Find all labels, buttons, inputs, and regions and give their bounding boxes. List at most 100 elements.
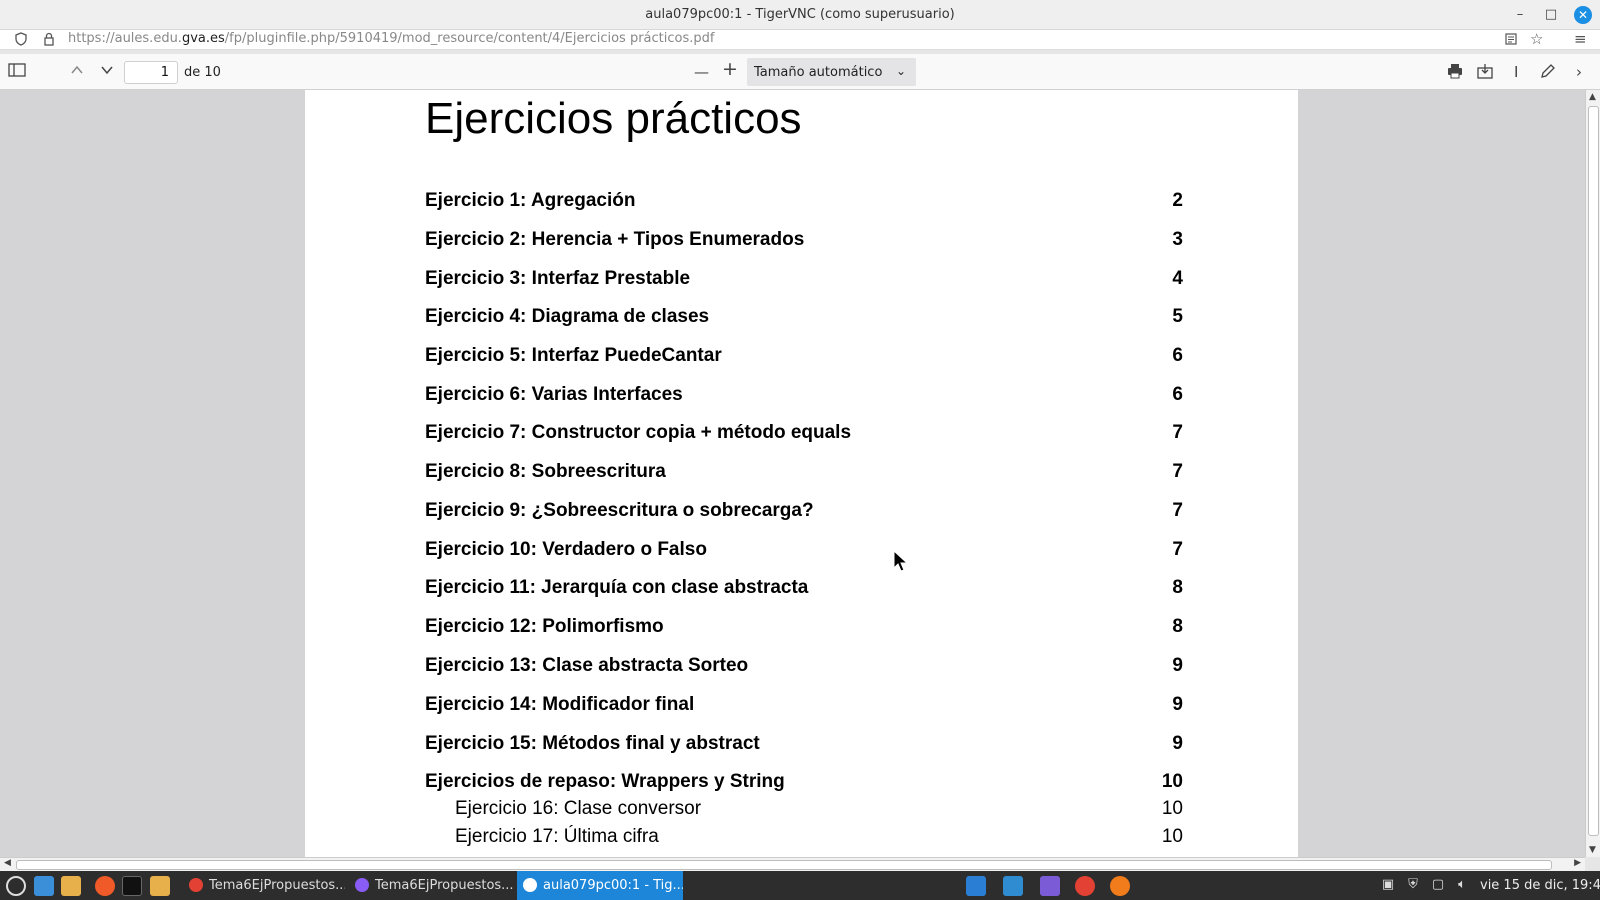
horizontal-scrollbar-thumb[interactable] <box>16 860 1552 870</box>
toc-entry[interactable]: Ejercicio 4: Diagrama de clases 5 <box>425 306 1183 330</box>
vscode-icon[interactable] <box>966 876 986 896</box>
taskbar-task[interactable]: Tema6EjPropuestos... <box>349 871 513 900</box>
pdf-viewer[interactable]: Ejercicios prácticos Ejercicio 1: Agrega… <box>0 90 1585 857</box>
taskbar-task-label: Tema6EjPropuestos... <box>375 878 513 893</box>
pdf-page: Ejercicios prácticos Ejercicio 1: Agrega… <box>305 90 1298 857</box>
url-bar[interactable]: https://aules.edu.gva.es/fp/pluginfile.p… <box>0 30 1600 50</box>
toc-entry[interactable]: Ejercicio 15: Métodos final y abstract 9 <box>425 733 1183 757</box>
print-icon[interactable] <box>1447 63 1463 83</box>
document-title: Ejercicios prácticos <box>425 94 802 143</box>
minimize-button[interactable]: – <box>1511 6 1529 24</box>
window-title: aula079pc00:1 - TigerVNC (como superusua… <box>645 7 955 22</box>
toc-entry[interactable]: Ejercicio 2: Herencia + Tipos Enumerados… <box>425 229 1183 253</box>
bookmark-star-icon[interactable]: ☆ <box>1530 30 1543 48</box>
toc-entry-page: 10 <box>1161 826 1183 847</box>
taskbar-task-label: Tema6EjPropuestos... <box>209 878 345 893</box>
toc-entry-page: 9 <box>1172 733 1183 754</box>
vnc-title-bar: aula079pc00:1 - TigerVNC (como superusua… <box>0 0 1600 30</box>
files-icon[interactable] <box>61 876 81 896</box>
clock: vie 15 de dic, 19:43 <box>1480 878 1600 893</box>
toc-entry-page: 8 <box>1172 577 1183 598</box>
toc-entry-label: Ejercicio 12: Polimorfismo <box>425 616 664 637</box>
maximize-button[interactable]: □ <box>1542 6 1560 24</box>
scroll-down-icon[interactable]: ▼ <box>1589 845 1596 855</box>
toc-entry[interactable]: Ejercicio 14: Modificador final 9 <box>425 694 1183 718</box>
toc-entry-page: 7 <box>1172 422 1183 443</box>
screenshot-icon[interactable] <box>34 876 54 896</box>
zoom-select[interactable]: Tamaño automático ⌄ <box>747 58 916 86</box>
pdf-toolbar: 1 de 10 — + Tamaño automático ⌄ I › <box>0 54 1600 90</box>
scroll-right-icon[interactable]: ▶ <box>1574 858 1581 868</box>
reader-view-icon[interactable] <box>1504 32 1518 50</box>
app-menu-icon[interactable] <box>6 876 26 896</box>
toc-entry-page: 2 <box>1172 190 1183 211</box>
toc-entry-label: Ejercicio 13: Clase abstracta Sorteo <box>425 655 749 676</box>
toc-entry[interactable]: Ejercicio 8: Sobreescritura 7 <box>425 461 1183 485</box>
toc-entry-page: 9 <box>1172 694 1183 715</box>
toc-entry-page: 10 <box>1161 798 1183 819</box>
scroll-left-icon[interactable]: ◀ <box>4 858 11 868</box>
chrome-icon[interactable] <box>1075 876 1095 896</box>
clipboard-icon[interactable]: ▣ <box>1380 877 1396 893</box>
chrome-icon <box>189 878 203 892</box>
toc-entry-label: Ejercicio 4: Diagrama de clases <box>425 306 710 327</box>
toc-entry-page: 3 <box>1172 229 1183 250</box>
toc-entry[interactable]: Ejercicio 12: Polimorfismo 8 <box>425 616 1183 640</box>
menu-icon[interactable]: ≡ <box>1574 30 1587 48</box>
toc-entry-page: 6 <box>1172 345 1183 366</box>
scroll-up-icon[interactable]: ▲ <box>1589 92 1596 102</box>
sidebar-toggle-icon[interactable] <box>8 63 26 81</box>
toc-entry[interactable]: Ejercicio 3: Interfaz Prestable 4 <box>425 268 1183 292</box>
next-page-icon[interactable] <box>100 63 114 81</box>
text-tool-icon[interactable]: I <box>1514 63 1518 81</box>
toc-entry-label: Ejercicio 16: Clase conversor <box>455 798 702 819</box>
display-icon[interactable]: ▢ <box>1430 877 1446 893</box>
firefox-icon[interactable] <box>95 876 115 896</box>
app-orange-icon[interactable] <box>1110 876 1130 896</box>
save-icon[interactable] <box>1477 63 1493 83</box>
taskbar-task-label: aula079pc00:1 - Tig... <box>543 878 683 893</box>
toc-entry-page: 9 <box>1172 655 1183 676</box>
toc-entry-page: 7 <box>1172 500 1183 521</box>
zoom-select-value: Tamaño automático <box>754 65 883 80</box>
toc-entry[interactable]: Ejercicio 6: Varias Interfaces 6 <box>425 384 1183 408</box>
toc-entry[interactable]: Ejercicio 11: Jerarquía con clase abstra… <box>425 577 1183 601</box>
toc-entry[interactable]: Ejercicio 7: Constructor copia + método … <box>425 422 1183 446</box>
terminal-icon[interactable] <box>122 876 142 896</box>
toc-entry[interactable]: Ejercicio 1: Agregación 2 <box>425 190 1183 214</box>
chevron-right-icon[interactable]: › <box>1576 63 1582 81</box>
page-number-input[interactable]: 1 <box>124 61 178 84</box>
toc-entry-label: Ejercicio 1: Agregación <box>425 190 636 211</box>
folder-icon[interactable] <box>150 876 170 896</box>
toc-entry[interactable]: Ejercicio 10: Verdadero o Falso 7 <box>425 539 1183 563</box>
volume-icon[interactable]: 🔈︎ <box>1454 877 1470 893</box>
toc-entry-page: 8 <box>1172 616 1183 637</box>
zoom-out-icon[interactable]: — <box>694 63 709 81</box>
taskbar-task[interactable]: Tema6EjPropuestos... <box>183 871 345 900</box>
toc-entry[interactable]: Ejercicio 17: Última cifra 10 <box>455 826 1183 850</box>
url-text[interactable]: https://aules.edu.gva.es/fp/pluginfile.p… <box>68 31 714 46</box>
close-button[interactable]: ✕ <box>1574 6 1592 24</box>
shield-icon[interactable] <box>14 32 28 50</box>
scrollbar-thumb[interactable] <box>1588 106 1599 836</box>
toc-entry-label: Ejercicio 11: Jerarquía con clase abstra… <box>425 577 809 598</box>
toc-entry[interactable]: Ejercicios de repaso: Wrappers y String 1… <box>425 771 1183 795</box>
toc-entry-page: 7 <box>1172 539 1183 560</box>
toc-entry[interactable]: Ejercicio 16: Clase conversor 10 <box>455 798 1183 822</box>
horizontal-scrollbar[interactable]: ◀ ▶ <box>0 857 1585 871</box>
toc-entry[interactable]: Ejercicio 13: Clase abstracta Sorteo 9 <box>425 655 1183 679</box>
security-shield-icon[interactable]: ⛨ <box>1405 877 1421 893</box>
toc-entry-label: Ejercicio 5: Interfaz PuedeCantar <box>425 345 722 366</box>
vertical-scrollbar[interactable]: ▲ ▼ <box>1585 90 1600 857</box>
ide-icon[interactable] <box>1040 876 1060 896</box>
toc-entry[interactable]: Ejercicio 9: ¿Sobreescritura o sobrecarg… <box>425 500 1183 524</box>
toc-entry[interactable]: Ejercicio 5: Interfaz PuedeCantar 6 <box>425 345 1183 369</box>
toc-entry-label: Ejercicio 9: ¿Sobreescritura o sobrecarg… <box>425 500 814 521</box>
previous-page-icon[interactable] <box>70 63 84 81</box>
toc-entry-page: 5 <box>1172 306 1183 327</box>
lock-icon[interactable] <box>42 32 56 50</box>
writer-icon[interactable] <box>1003 876 1023 896</box>
draw-pen-icon[interactable] <box>1540 63 1556 83</box>
zoom-in-icon[interactable]: + <box>722 60 738 79</box>
taskbar-task[interactable]: aula079pc00:1 - Tig... <box>517 871 683 900</box>
